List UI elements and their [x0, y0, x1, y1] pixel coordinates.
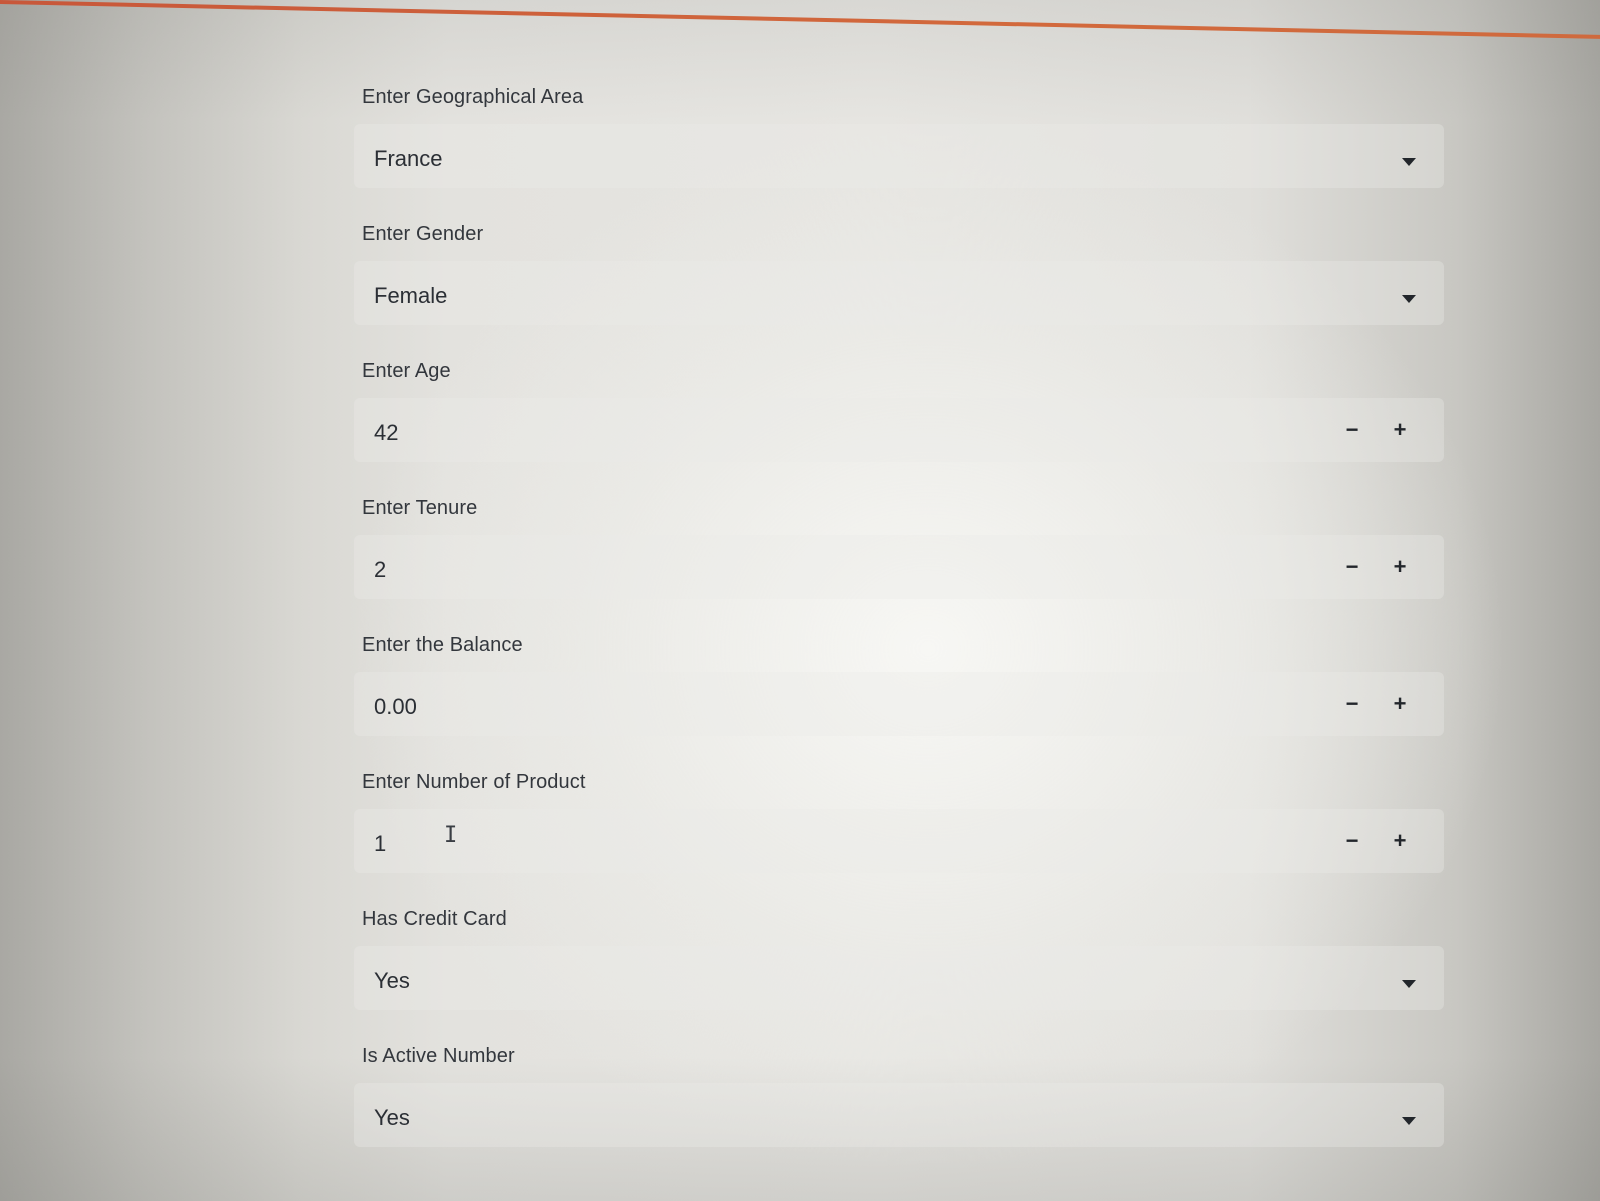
balance-label: Enter the Balance: [362, 634, 523, 656]
tenure-increment-button[interactable]: +: [1388, 555, 1412, 579]
tenure-decrement-button[interactable]: −: [1340, 555, 1364, 579]
age-label: Enter Age: [362, 360, 451, 382]
gender-value: Female: [374, 283, 448, 308]
credit-card-label: Has Credit Card: [362, 908, 507, 930]
tenure-value: 2: [374, 557, 387, 582]
top-accent-bar: [0, 0, 1600, 40]
field-balance: Enter the Balance 0.00 − +: [354, 614, 1454, 751]
balance-value: 0.00: [374, 694, 417, 719]
geo-value: France: [374, 146, 443, 171]
products-increment-button[interactable]: +: [1388, 829, 1412, 853]
prediction-form: Enter Geographical Area France Enter Gen…: [354, 66, 1454, 1162]
geo-label: Enter Geographical Area: [362, 86, 584, 108]
caret-down-icon[interactable]: [1402, 980, 1416, 988]
credit-card-value: Yes: [374, 968, 410, 993]
field-has-credit-card: Has Credit Card Yes: [354, 888, 1454, 1025]
active-label: Is Active Number: [362, 1045, 515, 1067]
products-number-input[interactable]: 1 I − +: [354, 809, 1444, 873]
products-decrement-button[interactable]: −: [1340, 829, 1364, 853]
tenure-number-input[interactable]: 2 − +: [354, 535, 1444, 599]
age-number-input[interactable]: 42 − +: [354, 398, 1444, 462]
field-is-active: Is Active Number Yes: [354, 1025, 1454, 1162]
field-geographical-area: Enter Geographical Area France: [354, 66, 1454, 203]
field-gender: Enter Gender Female: [354, 203, 1454, 340]
balance-decrement-button[interactable]: −: [1340, 692, 1364, 716]
gender-select[interactable]: Female: [354, 261, 1444, 325]
geo-select[interactable]: France: [354, 124, 1444, 188]
balance-increment-button[interactable]: +: [1388, 692, 1412, 716]
active-value: Yes: [374, 1105, 410, 1130]
caret-down-icon[interactable]: [1402, 295, 1416, 303]
products-label: Enter Number of Product: [362, 771, 586, 793]
age-increment-button[interactable]: +: [1388, 418, 1412, 442]
tenure-label: Enter Tenure: [362, 497, 478, 519]
caret-down-icon[interactable]: [1402, 158, 1416, 166]
field-tenure: Enter Tenure 2 − +: [354, 477, 1454, 614]
text-cursor-icon: I: [444, 823, 458, 848]
active-select[interactable]: Yes: [354, 1083, 1444, 1147]
gender-label: Enter Gender: [362, 223, 484, 245]
credit-card-select[interactable]: Yes: [354, 946, 1444, 1010]
products-value: 1: [374, 831, 387, 856]
caret-down-icon[interactable]: [1402, 1117, 1416, 1125]
field-number-of-product: Enter Number of Product 1 I − +: [354, 751, 1454, 888]
age-value: 42: [374, 420, 399, 445]
balance-number-input[interactable]: 0.00 − +: [354, 672, 1444, 736]
age-decrement-button[interactable]: −: [1340, 418, 1364, 442]
field-age: Enter Age 42 − +: [354, 340, 1454, 477]
